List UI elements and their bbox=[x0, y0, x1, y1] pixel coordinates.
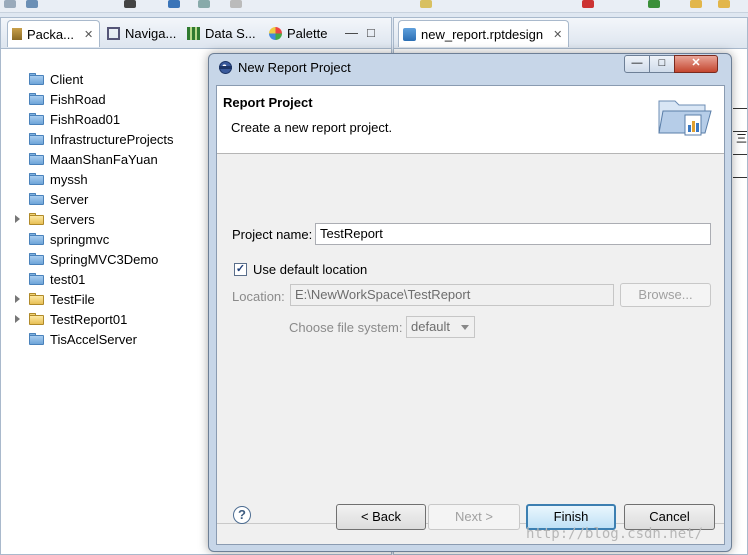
editor-edge-text: 三 bbox=[736, 133, 747, 145]
report-design-icon bbox=[403, 27, 416, 41]
tab-label: Data S... bbox=[205, 25, 256, 41]
tree-item-label: MaanShanFaYuan bbox=[50, 152, 158, 167]
folder-icon bbox=[29, 333, 44, 345]
browse-button[interactable]: Browse... bbox=[620, 283, 711, 307]
tree-item-label: Client bbox=[50, 72, 84, 87]
maximize-button[interactable]: □ bbox=[649, 55, 675, 73]
folder-icon bbox=[29, 193, 44, 205]
dialog-titlebar[interactable]: New Report Project — □ ✕ bbox=[209, 54, 731, 82]
folder-icon bbox=[29, 233, 44, 245]
editor-tabbar: new_report.rptdesign ✕ bbox=[394, 18, 747, 49]
toolbar-icon[interactable] bbox=[648, 0, 660, 8]
expand-arrow-icon[interactable] bbox=[15, 295, 20, 303]
close-icon[interactable]: ✕ bbox=[553, 28, 562, 41]
watermark: http://blog.csdn.net/ bbox=[526, 526, 704, 542]
folder-icon bbox=[29, 73, 44, 85]
folder-icon bbox=[29, 253, 44, 265]
minimize-button[interactable]: — bbox=[624, 55, 650, 73]
palette-icon bbox=[269, 26, 282, 40]
toolbar-icon[interactable] bbox=[26, 0, 38, 8]
use-default-location-label[interactable]: Use default location bbox=[253, 262, 367, 277]
tab-data-source[interactable]: Data S... bbox=[187, 20, 256, 46]
wizard-banner: Report Project Create a new report proje… bbox=[217, 86, 724, 154]
next-button[interactable]: Next > bbox=[428, 504, 520, 530]
tree-item-label: TestReport01 bbox=[50, 312, 128, 327]
toolbar-icon[interactable] bbox=[690, 0, 702, 8]
tree-item-label: springmvc bbox=[50, 232, 110, 247]
navigator-icon bbox=[107, 26, 120, 40]
open-folder-icon bbox=[29, 213, 44, 225]
location-label: Location: bbox=[232, 289, 285, 304]
back-button[interactable]: < Back bbox=[336, 504, 426, 530]
report-project-icon bbox=[29, 313, 44, 325]
tab-navigator[interactable]: Naviga... bbox=[107, 20, 176, 46]
editor-ruler bbox=[733, 108, 747, 200]
close-button[interactable]: ✕ bbox=[674, 55, 718, 73]
main-toolbar bbox=[0, 0, 748, 13]
toolbar-icon[interactable] bbox=[230, 0, 242, 8]
toolbar-icon[interactable] bbox=[198, 0, 210, 8]
toolbar-icon[interactable] bbox=[168, 0, 180, 8]
close-icon[interactable]: ✕ bbox=[84, 28, 93, 41]
folder-icon bbox=[29, 153, 44, 165]
report-project-wizard-icon bbox=[658, 100, 712, 136]
project-name-label: Project name: bbox=[232, 227, 313, 242]
tab-label: Palette bbox=[287, 25, 328, 41]
help-icon[interactable]: ? bbox=[233, 506, 251, 524]
tree-item-label: FishRoad01 bbox=[50, 112, 121, 127]
tab-label: new_report.rptdesign bbox=[421, 26, 544, 42]
minimize-view-icon[interactable]: — bbox=[345, 25, 358, 40]
tree-item-label: SpringMVC3Demo bbox=[50, 252, 159, 267]
folder-icon bbox=[29, 133, 44, 145]
tab-palette[interactable]: Palette bbox=[269, 20, 327, 46]
file-system-select[interactable]: default bbox=[406, 316, 475, 338]
tab-label: Packa... bbox=[27, 26, 74, 42]
toolbar-icon[interactable] bbox=[420, 0, 432, 8]
project-folder-icon bbox=[29, 293, 44, 305]
tree-item-label: Servers bbox=[50, 212, 95, 227]
toolbar-icon[interactable] bbox=[718, 0, 730, 8]
tree-item-label: myssh bbox=[50, 172, 88, 187]
maximize-view-icon[interactable]: □ bbox=[367, 25, 375, 40]
folder-icon bbox=[29, 93, 44, 105]
tab-new-report[interactable]: new_report.rptdesign ✕ bbox=[398, 20, 570, 47]
toolbar-icon[interactable] bbox=[124, 0, 136, 8]
tab-package-explorer[interactable]: Packa... ✕ bbox=[7, 20, 101, 47]
tree-item-label: TisAccelServer bbox=[50, 332, 137, 347]
expand-arrow-icon[interactable] bbox=[15, 315, 20, 323]
dialog-content: Report Project Create a new report proje… bbox=[216, 85, 725, 545]
use-default-location-checkbox[interactable]: ✓ bbox=[234, 263, 247, 276]
wizard-page-title: Report Project bbox=[223, 95, 313, 110]
project-name-field[interactable]: TestReport bbox=[315, 223, 711, 245]
folder-icon bbox=[29, 173, 44, 185]
tree-item-label: Server bbox=[50, 192, 89, 207]
toolbar-icon[interactable] bbox=[4, 0, 16, 8]
folder-icon bbox=[29, 273, 44, 285]
eclipse-icon bbox=[219, 61, 232, 74]
view-tabbar: Packa... ✕ Naviga... Data S... Palette —… bbox=[1, 18, 391, 49]
new-report-project-dialog: New Report Project — □ ✕ Report Project … bbox=[208, 53, 732, 552]
package-explorer-icon bbox=[12, 28, 22, 40]
tree-item-label: TestFile bbox=[50, 292, 95, 307]
file-system-label: Choose file system: bbox=[289, 320, 403, 335]
tree-item-label: test01 bbox=[50, 272, 86, 287]
tab-label: Naviga... bbox=[125, 25, 177, 41]
dialog-title: New Report Project bbox=[238, 60, 351, 75]
tree-item-label: FishRoad bbox=[50, 92, 106, 107]
folder-icon bbox=[29, 113, 44, 125]
toolbar-icon[interactable] bbox=[582, 0, 594, 8]
expand-arrow-icon[interactable] bbox=[15, 215, 20, 223]
wizard-page-description: Create a new report project. bbox=[231, 120, 393, 135]
data-source-icon bbox=[187, 26, 200, 40]
tree-item-label: InfrastructureProjects bbox=[50, 132, 174, 147]
location-field[interactable]: E:\NewWorkSpace\TestReport bbox=[290, 284, 614, 306]
